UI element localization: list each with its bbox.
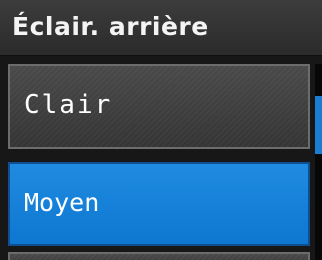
- menu-item-moyen[interactable]: Moyen: [8, 162, 310, 246]
- menu-list: Clair Moyen: [8, 64, 310, 260]
- menu-item-label: Clair: [24, 90, 113, 120]
- scrollbar[interactable]: [315, 64, 322, 260]
- lcd-screen: Éclair. arrière Clair Moyen: [0, 0, 322, 260]
- menu-item-label: Moyen: [24, 188, 100, 217]
- title-bar: Éclair. arrière: [0, 0, 322, 56]
- scroll-thumb[interactable]: [315, 96, 322, 154]
- menu-item-partial[interactable]: [8, 252, 310, 260]
- screen-title: Éclair. arrière: [12, 12, 209, 41]
- menu-item-clair[interactable]: Clair: [8, 64, 310, 149]
